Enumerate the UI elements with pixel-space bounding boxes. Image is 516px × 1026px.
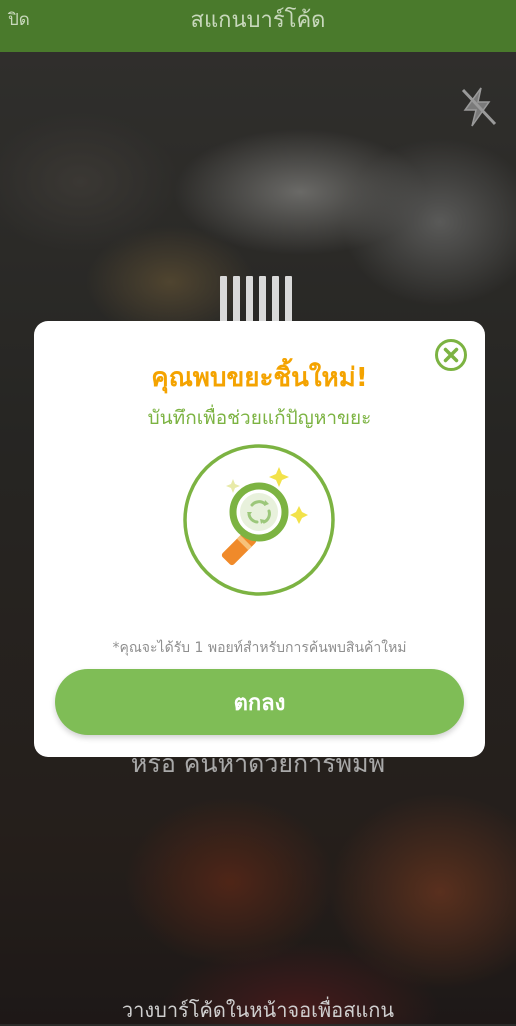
recycle-magnifier-icon xyxy=(181,442,337,598)
top-bar: ปิด สแกนบาร์โค้ด xyxy=(0,0,516,52)
new-item-dialog: คุณพบขยะชิ้นใหม่! บันทึกเพื่อช่วยแก้ปัญห… xyxy=(34,321,485,757)
ok-button[interactable]: ตกลง xyxy=(55,669,464,735)
flash-off-icon[interactable] xyxy=(455,84,501,130)
page-title: สแกนบาร์โค้ด xyxy=(190,8,326,33)
dialog-title: คุณพบขยะชิ้นใหม่! xyxy=(151,363,368,393)
scan-hint: วางบาร์โค้ดในหน้าจอเพื่อสแกน xyxy=(121,998,395,1022)
dialog-subtitle: บันทึกเพื่อช่วยแก้ปัญหาขยะ xyxy=(147,407,372,429)
points-note: *คุณจะได้รับ 1 พอยท์สำหรับการค้นพบสินค้า… xyxy=(112,640,407,656)
barcode-scan-icon xyxy=(220,276,300,324)
